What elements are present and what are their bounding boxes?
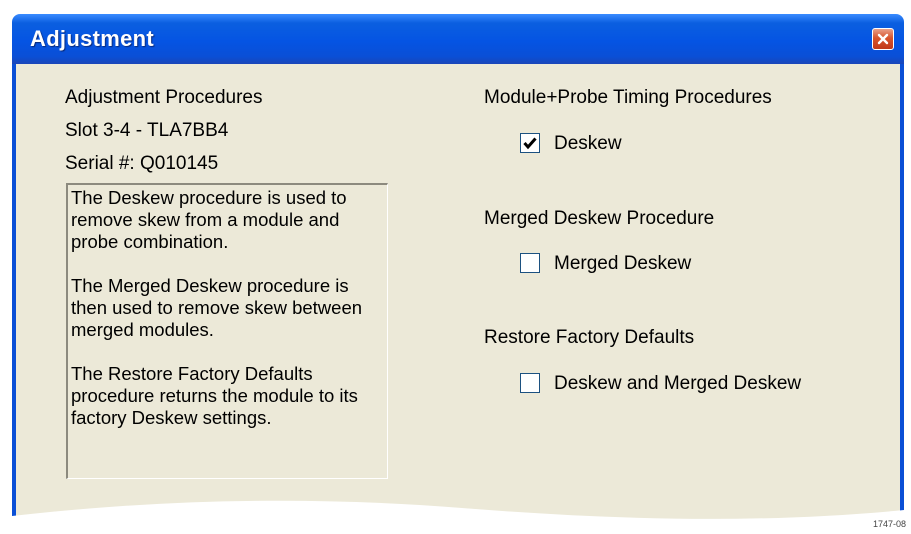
description-paragraph: The Deskew procedure is used to remove s… <box>71 187 347 252</box>
merged-deskew-option-label[interactable]: Merged Deskew <box>554 253 691 275</box>
description-paragraph: The Restore Factory Defaults procedure r… <box>71 363 358 428</box>
description-box: The Deskew procedure is used to remove s… <box>66 183 388 479</box>
torn-edge <box>12 500 904 534</box>
deskew-option-label[interactable]: Deskew <box>554 133 622 155</box>
title-bar[interactable]: Adjustment <box>12 14 904 64</box>
deskew-checkbox[interactable] <box>520 133 540 153</box>
dialog-client-area: Adjustment Procedures Slot 3-4 - TLA7BB4… <box>16 64 900 534</box>
serial-label: Serial #: Q010145 <box>65 153 219 174</box>
window-frame-right <box>900 64 904 534</box>
close-button[interactable] <box>872 28 894 50</box>
deskew-and-merged-deskew-checkbox[interactable] <box>520 373 540 393</box>
adjustment-dialog: Adjustment Adjustment Procedures Slot 3-… <box>12 14 904 534</box>
checkmark-icon <box>523 137 537 150</box>
merged-deskew-checkbox[interactable] <box>520 253 540 273</box>
close-icon <box>877 33 889 45</box>
slot-label: Slot 3-4 - TLA7BB4 <box>65 120 229 141</box>
restore-factory-defaults-heading: Restore Factory Defaults <box>484 327 695 348</box>
merged-deskew-procedure-heading: Merged Deskew Procedure <box>484 208 715 229</box>
description-paragraph: The Merged Deskew procedure is then used… <box>71 275 363 340</box>
adjustment-procedures-heading: Adjustment Procedures <box>65 87 263 108</box>
window-title: Adjustment <box>30 26 154 51</box>
deskew-and-merged-deskew-option-label[interactable]: Deskew and Merged Deskew <box>554 373 801 395</box>
figure-id-label: 1747-08 <box>873 519 907 529</box>
timing-procedures-heading: Module+Probe Timing Procedures <box>484 87 772 108</box>
